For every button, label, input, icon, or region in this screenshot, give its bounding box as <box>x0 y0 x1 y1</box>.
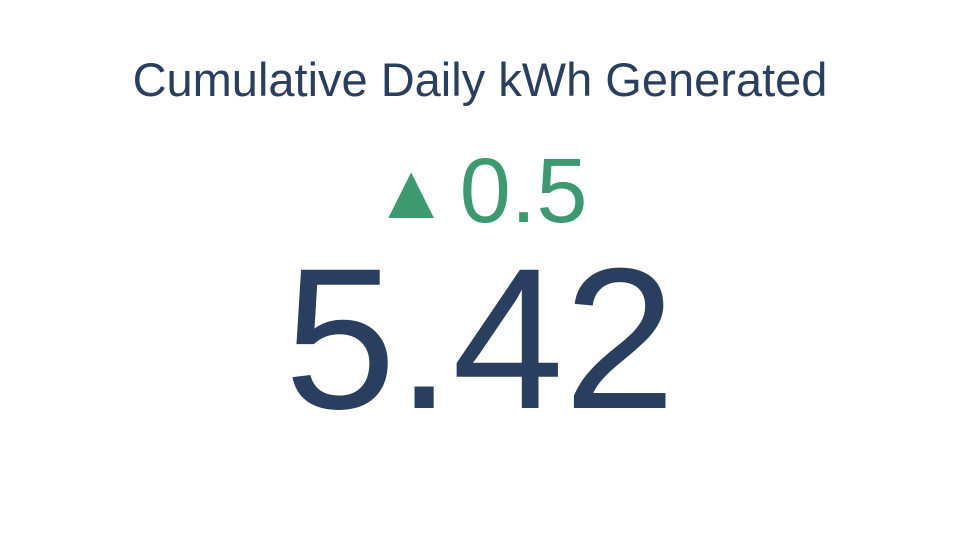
kpi-indicator: Cumulative Daily kWh Generated ▲ 0.5 5.42 <box>0 0 960 540</box>
delta-indicator: ▲ 0.5 <box>0 145 960 237</box>
increase-arrow-icon: ▲ <box>372 147 450 235</box>
indicator-value: 5.42 <box>284 226 676 451</box>
indicator-title: Cumulative Daily kWh Generated <box>132 53 828 106</box>
